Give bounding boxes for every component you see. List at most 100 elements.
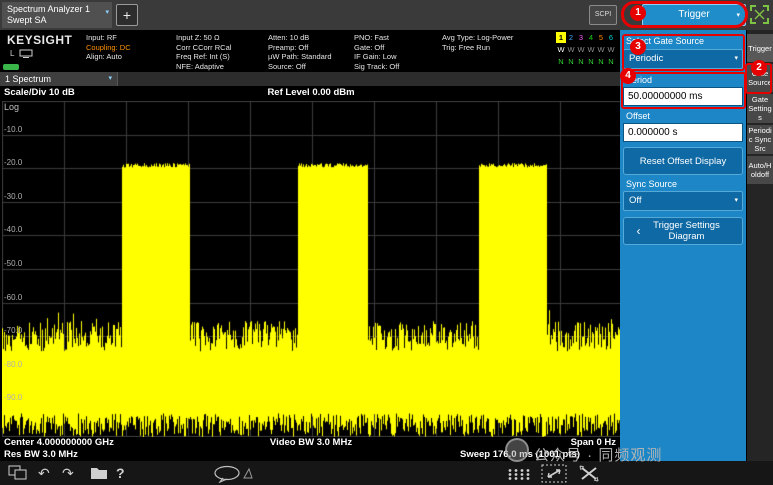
add-measurement-button[interactable]: + bbox=[116, 4, 138, 26]
touch-off-icon[interactable] bbox=[578, 464, 600, 485]
status-field: Align: Auto bbox=[86, 52, 131, 62]
trace-detector-1[interactable]: N bbox=[556, 56, 566, 67]
folder-icon[interactable] bbox=[90, 466, 108, 484]
status-field: Preamp: Off bbox=[268, 43, 332, 53]
side-tab-menu: TriggerGate SourceGate SettingsPeriodic … bbox=[747, 30, 773, 461]
sync-source-label: Sync Source bbox=[626, 179, 677, 189]
watermark-logo bbox=[505, 438, 529, 462]
status-field: Trig: Free Run bbox=[442, 43, 513, 53]
scale-per-div-label[interactable]: Scale/Div 10 dB bbox=[4, 87, 75, 98]
chevron-down-icon: ▾ bbox=[734, 192, 738, 210]
virtual-keyboard-icon[interactable] bbox=[507, 467, 531, 485]
status-field: Sig Track: Off bbox=[354, 62, 399, 72]
scpi-button[interactable]: SCPI bbox=[589, 5, 617, 25]
trace-number-1[interactable]: 1 bbox=[556, 32, 566, 43]
res-bw-label[interactable]: Res BW 3.0 MHz bbox=[4, 449, 78, 460]
trace-number-6[interactable]: 6 bbox=[606, 32, 616, 43]
y-axis-label: -10.0 bbox=[4, 125, 22, 134]
side-tab[interactable]: Periodic Sync Src bbox=[747, 125, 773, 154]
side-tab[interactable]: Trigger bbox=[747, 34, 773, 62]
status-field: Freq Ref: Int (S) bbox=[176, 52, 231, 62]
trigger-settings-diagram-button[interactable]: ‹ Trigger Settings Diagram bbox=[623, 217, 743, 245]
trace-detector-3[interactable]: N bbox=[576, 56, 586, 67]
side-tab[interactable]: Auto/Holdoff bbox=[747, 156, 773, 184]
side-tab[interactable]: Gate Settings bbox=[747, 94, 773, 123]
undo-icon[interactable]: ↶ bbox=[38, 464, 50, 482]
monitor-icon bbox=[19, 49, 33, 58]
status-field: IF Gain: Low bbox=[354, 52, 399, 62]
trace-type-1[interactable]: W bbox=[556, 44, 566, 55]
offset-label: Offset bbox=[626, 111, 650, 121]
center-frequency-label[interactable]: Center 4.000000000 GHz bbox=[4, 437, 114, 448]
y-axis-label: -40.0 bbox=[4, 225, 22, 234]
trace-number-4[interactable]: 4 bbox=[586, 32, 596, 43]
chevron-left-icon: ‹ bbox=[637, 226, 641, 237]
trace-type-5[interactable]: W bbox=[596, 44, 606, 55]
header-col-1: Input: RFCoupling: DCAlign: Auto bbox=[86, 33, 131, 62]
reset-offset-button[interactable]: Reset Offset Display bbox=[623, 147, 743, 175]
header-col-2: Input Z: 50 ΩCorr CCorr RCalFreq Ref: In… bbox=[176, 33, 231, 71]
status-field: Input Z: 50 Ω bbox=[176, 33, 231, 43]
watermark-text: 公众号 · 同频观测 bbox=[534, 444, 662, 465]
y-axis-label: -20.0 bbox=[4, 158, 22, 167]
status-field: Avg Type: Log-Power bbox=[442, 33, 513, 43]
y-axis-label: -70.0 bbox=[4, 326, 22, 335]
side-tab[interactable]: Gate Source bbox=[747, 64, 773, 92]
annotation-bubble-icon[interactable] bbox=[213, 465, 253, 485]
period-input[interactable]: 50.00000000 ms bbox=[623, 87, 743, 106]
chevron-down-icon: ▾ bbox=[108, 72, 112, 86]
ref-level-label[interactable]: Ref Level 0.00 dBm bbox=[267, 87, 354, 98]
y-axis-label: -60.0 bbox=[4, 293, 22, 302]
measurement-tab-line1: Spectrum Analyzer 1 bbox=[7, 4, 98, 15]
measurement-selector[interactable]: 1 Spectrum ▾ bbox=[0, 72, 118, 86]
redo-icon[interactable]: ↷ bbox=[62, 464, 74, 482]
trace-number-3[interactable]: 3 bbox=[576, 32, 586, 43]
spectrum-display[interactable] bbox=[2, 101, 622, 437]
trace-detector-5[interactable]: N bbox=[596, 56, 606, 67]
menu-title-dropdown[interactable]: Trigger ▾ bbox=[642, 4, 746, 26]
trace-detector-6[interactable]: N bbox=[606, 56, 616, 67]
status-field: Atten: 10 dB bbox=[268, 33, 332, 43]
trace-detector-2[interactable]: N bbox=[566, 56, 576, 67]
sync-source-dropdown[interactable]: Off ▾ bbox=[623, 191, 743, 211]
period-label: Period bbox=[626, 75, 652, 85]
header-col-4: PNO: FastGate: OffIF Gain: LowSig Track:… bbox=[354, 33, 399, 71]
trace-detector-4[interactable]: N bbox=[586, 56, 596, 67]
status-field: PNO: Fast bbox=[354, 33, 399, 43]
gate-source-dropdown[interactable]: Periodic ▾ bbox=[623, 49, 743, 69]
header-col-3: Atten: 10 dBPreamp: OffµW Path: Standard… bbox=[268, 33, 332, 71]
trace-number-5[interactable]: 5 bbox=[596, 32, 606, 43]
trigger-settings-diagram-label: Trigger Settings Diagram bbox=[644, 220, 730, 242]
trace-type-3[interactable]: W bbox=[576, 44, 586, 55]
brand-logo: KEYSIGHT bbox=[7, 33, 72, 47]
trace-type-4[interactable]: W bbox=[586, 44, 596, 55]
measurement-tab-line2: Swept SA bbox=[7, 15, 98, 26]
gate-source-value: Periodic bbox=[629, 53, 663, 64]
status-led bbox=[3, 64, 19, 70]
screen-expand-icon[interactable] bbox=[541, 464, 567, 485]
lan-indicator-label: L bbox=[10, 49, 14, 58]
gate-source-label: Select Gate Source bbox=[626, 36, 704, 46]
help-icon[interactable]: ? bbox=[116, 464, 125, 482]
trace-type-2[interactable]: W bbox=[566, 44, 576, 55]
y-axis-label: -90.0 bbox=[4, 393, 22, 402]
scale-ref-row: Scale/Div 10 dB Ref Level 0.00 dBm bbox=[0, 86, 622, 101]
instrument-status-header: KEYSIGHT L Input: RFCoupling: DCAlign: A… bbox=[0, 30, 620, 72]
video-bw-label[interactable]: Video BW 3.0 MHz bbox=[270, 437, 352, 448]
measurement-bar: 1 Spectrum ▾ bbox=[0, 72, 620, 86]
trigger-menu-panel: Select Gate Source Periodic ▾ Period 50.… bbox=[620, 30, 746, 461]
status-field: Corr CCorr RCal bbox=[176, 43, 231, 53]
status-field: Input: RF bbox=[86, 33, 131, 43]
lan-status: L bbox=[10, 49, 33, 58]
header-col-5: Avg Type: Log-PowerTrig: Free Run bbox=[442, 33, 513, 52]
status-field: Coupling: DC bbox=[86, 43, 131, 53]
chevron-down-icon: ▾ bbox=[736, 6, 740, 26]
measurement-tab[interactable]: Spectrum Analyzer 1 Swept SA ▾ bbox=[2, 2, 112, 28]
offset-input[interactable]: 0.000000 s bbox=[623, 123, 743, 142]
trace-number-2[interactable]: 2 bbox=[566, 32, 576, 43]
trace-type-6[interactable]: W bbox=[606, 44, 616, 55]
fullscreen-toggle-icon[interactable] bbox=[749, 4, 770, 25]
menu-title-label: Trigger bbox=[678, 9, 709, 20]
window-layout-icon[interactable] bbox=[8, 465, 28, 485]
status-field: µW Path: Standard bbox=[268, 52, 332, 62]
